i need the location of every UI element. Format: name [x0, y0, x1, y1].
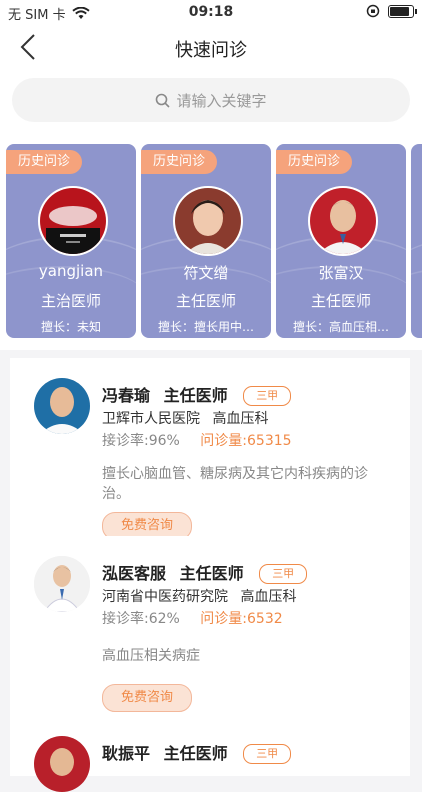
hospital-name: 卫辉市人民医院 — [102, 411, 200, 427]
search-input[interactable]: 请输入关键字 — [12, 78, 410, 122]
history-tag: 历史问诊 — [6, 150, 83, 174]
doctor-rank: 主任医师 — [310, 292, 371, 310]
hospital-level-badge: 三甲 — [243, 744, 292, 764]
status-time: 09:18 — [188, 4, 234, 20]
doctor-description: 高血压相关病症 — [102, 648, 200, 664]
accept-rate: 62% — [148, 611, 180, 627]
doctor-rank: 主任医师 — [175, 292, 236, 310]
doctor-title: 主任医师 — [179, 564, 244, 583]
search-icon — [156, 93, 171, 108]
department: 高血压科 — [212, 411, 269, 427]
doctor-name: 冯春瑜 — [102, 386, 151, 405]
accept-rate: 96% — [148, 433, 180, 449]
search-section: 请输入关键字 — [0, 72, 422, 130]
doctor-skill: 擅长：未知 — [40, 320, 101, 334]
avatar — [308, 186, 378, 256]
doctor-name: 泓医客服 — [102, 564, 167, 583]
history-tag: 历史问诊 — [276, 150, 353, 174]
doctor-list: 冯春瑜 主任医师 三甲 卫辉市人民医院 高血压科 接诊率:96% 问诊量:653… — [0, 350, 422, 792]
avatar — [34, 556, 90, 612]
free-consult-button[interactable]: 免费咨询 — [102, 684, 192, 712]
doctor-name: 符文缯 — [183, 264, 229, 282]
hospital-name: 河南省中医药研究院 — [102, 589, 228, 605]
history-card[interactable]: 历史问诊 yangjian 主治医师 擅长：未知 — [6, 144, 136, 338]
doctor-skill: 擅长：高血压相… — [292, 320, 389, 334]
doctor-description: 擅长心脑血管、糖尿病及其它内科疾病的诊治。 — [102, 466, 368, 502]
doctor-skill: 擅长：擅长用中… — [157, 320, 254, 334]
history-card[interactable]: 历史问诊 符文缯 主任医师 擅长：擅长用中… — [141, 144, 271, 338]
status-bar: 无 SIM 卡 09:18 — [0, 0, 422, 24]
department: 高血压科 — [240, 589, 297, 605]
doctor-name: 张富汉 — [318, 264, 364, 282]
list-item[interactable]: 冯春瑜 主任医师 三甲 卫辉市人民医院 高血压科 接诊率:96% 问诊量:653… — [10, 358, 410, 540]
history-doctor-carousel[interactable]: 历史问诊 yangjian 主治医师 擅长：未知 历史问诊 符文缯 主任医师 擅… — [0, 130, 422, 350]
accept-rate-label: 接诊率: — [102, 611, 149, 627]
history-tag: 历史问诊 — [141, 150, 218, 174]
avatar — [34, 736, 90, 792]
doctor-name: 耿振平 — [102, 744, 151, 763]
battery-icon — [388, 4, 417, 18]
nav-bar: 快速问诊 — [0, 24, 422, 72]
consult-volume: 6532 — [247, 611, 283, 627]
doctor-rank: 主治医师 — [40, 292, 101, 310]
consult-volume-label: 问诊量: — [200, 611, 248, 627]
list-item[interactable]: 耿振平 主任医师 三甲 — [10, 716, 410, 792]
hospital-level-badge: 三甲 — [259, 564, 308, 584]
page-title: 快速问诊 — [175, 40, 247, 61]
doctor-title: 主任医师 — [163, 386, 228, 405]
hospital-level-badge: 三甲 — [243, 386, 292, 406]
avatar — [173, 186, 243, 256]
avatar — [34, 378, 90, 434]
avatar — [38, 186, 108, 256]
consult-volume-label: 问诊量: — [200, 433, 248, 449]
doctor-name: yangjian — [38, 262, 104, 280]
accept-rate-label: 接诊率: — [102, 433, 149, 449]
orientation-lock-icon — [366, 4, 380, 18]
search-placeholder: 请输入关键字 — [176, 91, 267, 110]
list-item[interactable]: 泓医客服 主任医师 三甲 河南省中医药研究院 高血压科 接诊率:62% 问诊量:… — [10, 536, 410, 716]
doctor-title: 主任医师 — [163, 744, 228, 763]
history-card-partial[interactable] — [411, 144, 422, 338]
consult-volume: 65315 — [247, 433, 292, 449]
history-card[interactable]: 历史问诊 张富汉 主任医师 擅长：高血压相… — [276, 144, 406, 338]
